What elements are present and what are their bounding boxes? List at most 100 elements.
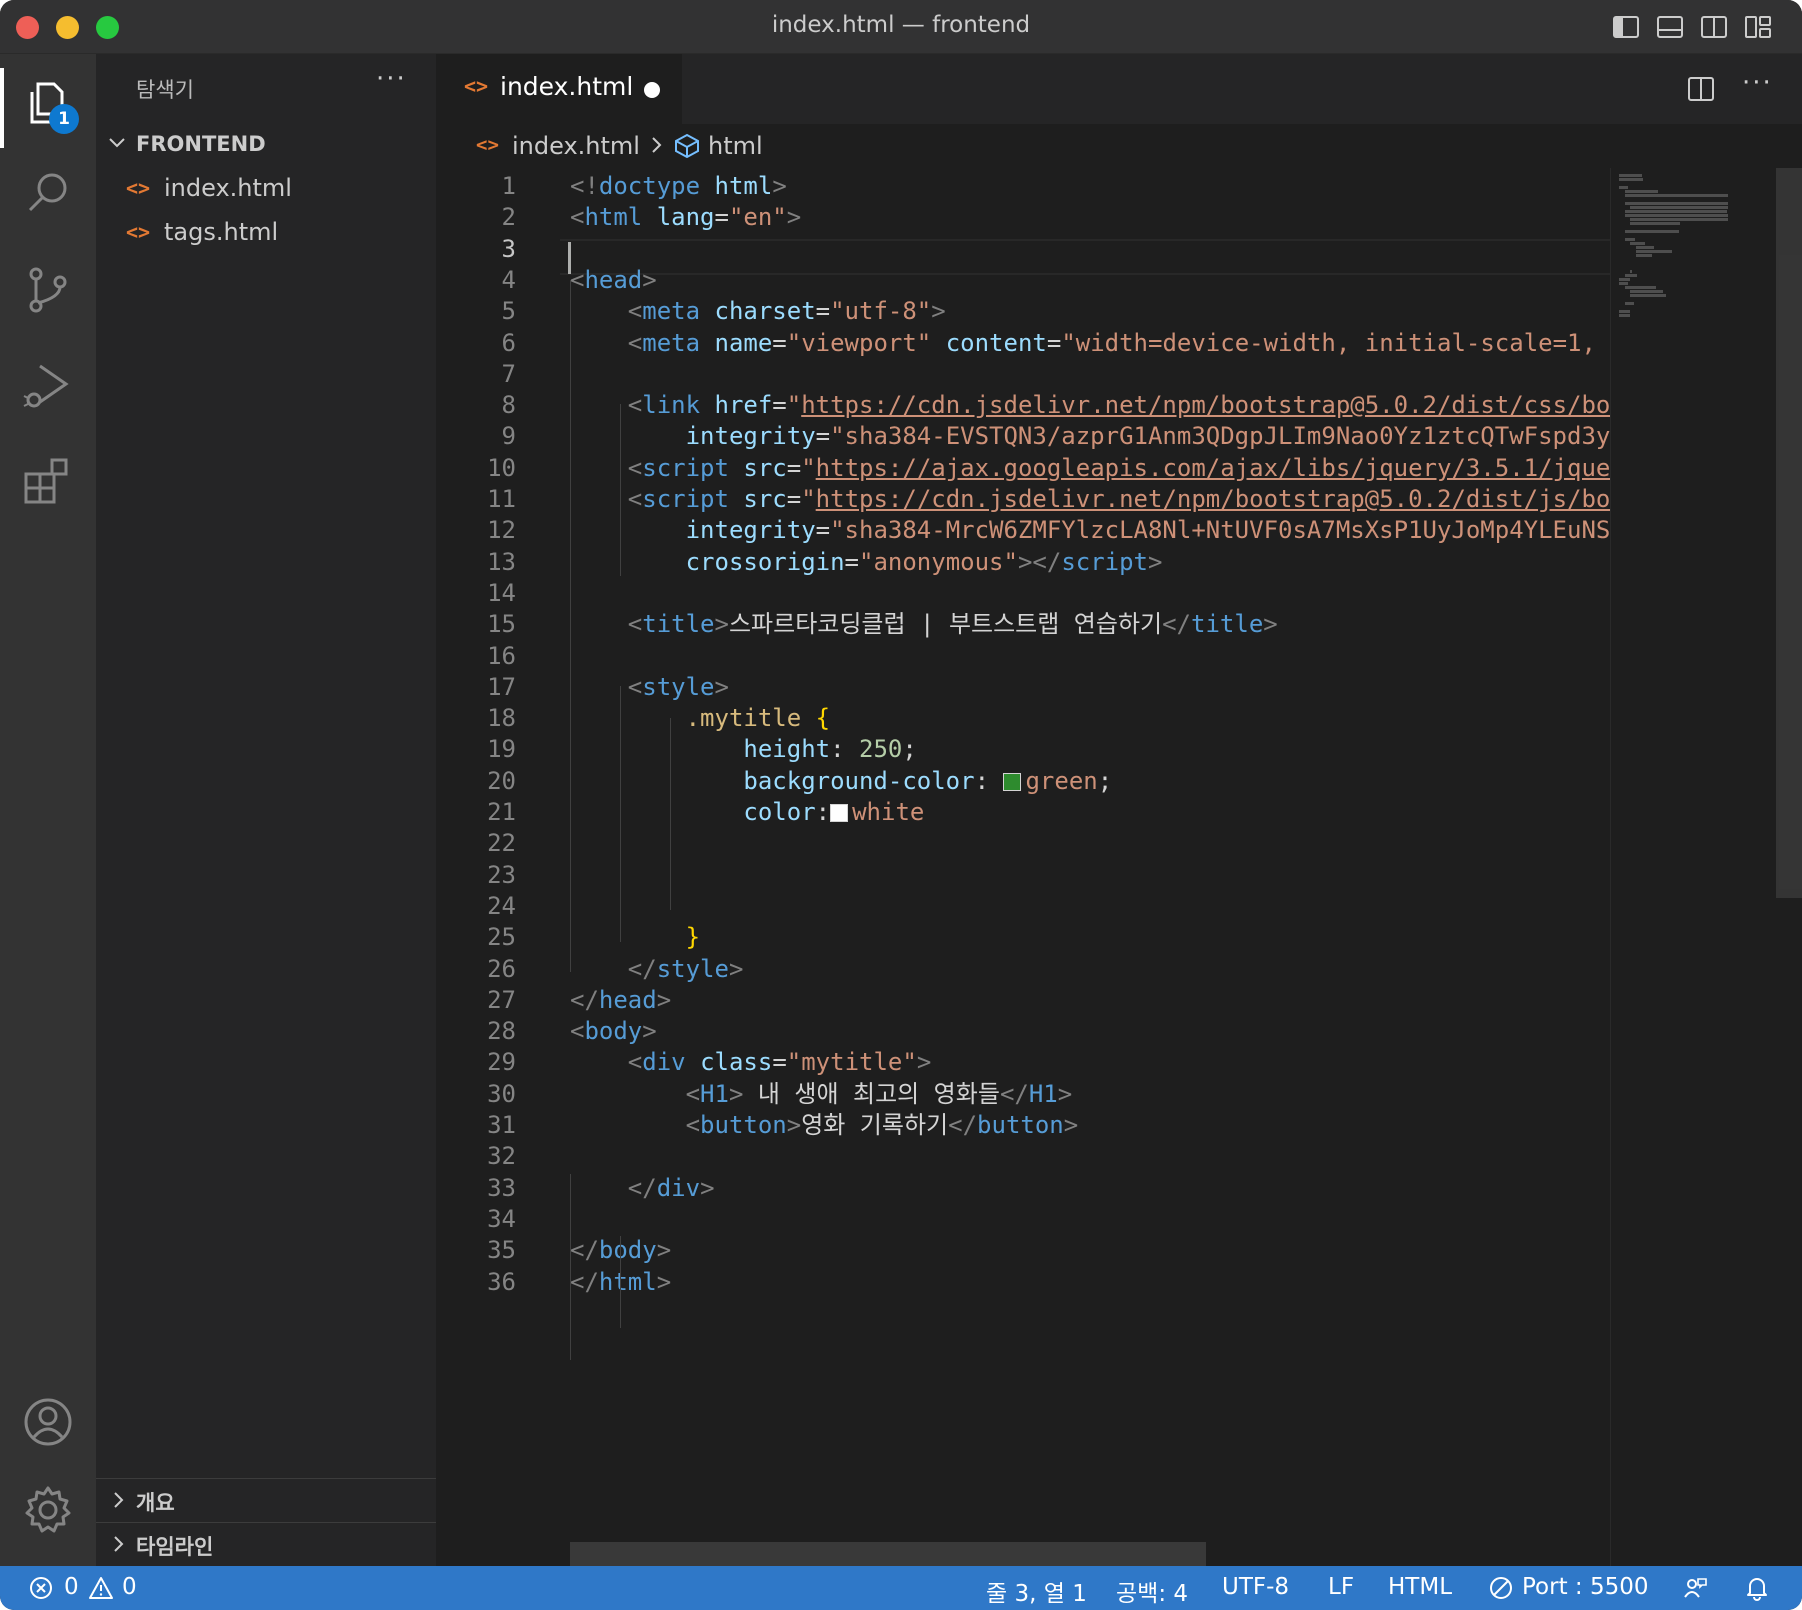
toggle-secondary-sidebar-button[interactable] [1698, 11, 1730, 43]
vscode-window: index.html — frontend 1 탐색기 ··· FRONTEND… [0, 0, 1802, 1610]
error-icon [30, 1577, 52, 1599]
customize-layout-button[interactable] [1742, 11, 1774, 43]
html-file-icon: <> [476, 134, 499, 156]
split-editor-button[interactable] [1686, 74, 1716, 104]
folder-name: FRONTEND [136, 132, 266, 156]
editor-more-actions-button[interactable]: ··· [1742, 68, 1773, 98]
active-view-indicator [0, 68, 4, 148]
minimap-line [1624, 274, 1637, 277]
minimap-line [1630, 218, 1728, 221]
window-title: index.html — frontend [771, 12, 1031, 38]
indent-guide [570, 280, 571, 972]
breadcrumb-file[interactable]: index.html [512, 132, 640, 160]
sidebar-layout-icon [1613, 16, 1639, 38]
breadcrumb-symbol[interactable]: html [708, 132, 763, 160]
run-debug-button[interactable] [18, 356, 78, 416]
minimap-line [1619, 282, 1628, 285]
minimap-line [1635, 246, 1654, 249]
indent-guide [620, 686, 621, 942]
minimap-line [1630, 206, 1728, 209]
symbol-element-icon [675, 133, 699, 159]
source-control-button[interactable] [18, 260, 78, 320]
minimap-line [1624, 202, 1729, 205]
minimap-line [1624, 190, 1658, 193]
sidebar-more-actions-button[interactable]: ··· [376, 64, 407, 94]
file-name: tags.html [164, 218, 279, 246]
outline-section[interactable]: 개요 [96, 1478, 436, 1522]
code-line[interactable]: 36 </html> [436, 1264, 1616, 1300]
accounts-button[interactable] [18, 1392, 78, 1452]
file-name: index.html [164, 174, 292, 202]
folder-header[interactable]: FRONTEND [96, 124, 436, 164]
chevron-right-icon [114, 1536, 124, 1552]
indentation[interactable]: 공백: 4 [1116, 1574, 1188, 1608]
minimap-line [1624, 194, 1729, 197]
explorer-badge: 1 [49, 104, 79, 134]
file-item-index[interactable]: <> index.html [96, 168, 436, 210]
search-button[interactable] [18, 164, 78, 224]
chevron-right-icon [114, 1492, 124, 1508]
toggle-panel-button[interactable] [1654, 11, 1686, 43]
vertical-scrollbar[interactable] [1776, 168, 1802, 898]
prohibited-icon [1490, 1577, 1512, 1599]
breadcrumb: <> index.html html [436, 124, 1802, 168]
minimap-line [1624, 214, 1729, 217]
panel-layout-icon [1657, 16, 1683, 38]
minimap-line [1619, 310, 1630, 313]
unsaved-dot-icon[interactable] [644, 82, 660, 98]
cursor-position[interactable]: 줄 3, 열 1 [986, 1574, 1087, 1608]
indent-guide [620, 1236, 621, 1328]
account-icon [24, 1398, 72, 1446]
warning-count[interactable]: 0 [122, 1574, 137, 1600]
minimap-line [1619, 314, 1630, 317]
indent-guide [670, 718, 671, 910]
html-file-icon: <> [126, 220, 151, 244]
title-bar: index.html — frontend [0, 0, 1802, 54]
outline-label: 개요 [136, 1491, 175, 1515]
language-mode[interactable]: HTML [1388, 1574, 1452, 1600]
timeline-label: 타임라인 [136, 1535, 214, 1559]
timeline-section[interactable]: 타임라인 [96, 1522, 436, 1566]
minimap[interactable] [1610, 168, 1760, 1566]
status-bar: 0 0 줄 3, 열 1 공백: 4 UTF-8 LF HTML Port : … [0, 1566, 1802, 1610]
encoding[interactable]: UTF-8 [1222, 1574, 1289, 1600]
manage-button[interactable] [18, 1480, 78, 1540]
code-editor[interactable]: 1 <!doctype html> 2 <html lang="en"> 3 4 <head… [436, 168, 1802, 1566]
extensions-icon [24, 458, 68, 504]
color-swatch-icon[interactable] [830, 804, 849, 822]
feedback-icon[interactable] [1682, 1575, 1708, 1601]
split-editor-icon [1688, 77, 1714, 101]
extensions-button[interactable] [18, 452, 78, 512]
line-number: 36 [487, 1267, 516, 1296]
source-control-icon [29, 267, 67, 313]
color-swatch-icon[interactable] [1003, 772, 1022, 791]
indent-guide [570, 1174, 571, 1360]
activity-bar: 1 [0, 54, 96, 1566]
file-item-tags[interactable]: <> tags.html [96, 212, 436, 254]
settings-gear-icon [25, 1486, 71, 1533]
warning-icon [89, 1577, 113, 1599]
run-debug-icon [23, 364, 69, 408]
notifications-bell-icon[interactable] [1744, 1575, 1770, 1601]
editor-tab-bar: <> index.html ··· [436, 54, 1802, 124]
chevron-down-icon [109, 138, 125, 148]
sidebar-title: 탐색기 [136, 78, 194, 102]
minimap-line [1630, 222, 1680, 225]
search-icon [28, 173, 67, 212]
tab-index-html[interactable]: <> index.html [436, 54, 682, 124]
minimap-line [1635, 250, 1672, 253]
live-server-port[interactable]: Port : 5500 [1522, 1574, 1649, 1600]
secondary-sidebar-layout-icon [1701, 16, 1727, 38]
horizontal-scrollbar[interactable] [570, 1542, 1206, 1566]
error-count[interactable]: 0 [64, 1574, 79, 1600]
tab-label: index.html [500, 72, 634, 101]
minimap-line [1630, 294, 1667, 297]
chevron-right-icon [652, 137, 662, 153]
html-file-icon: <> [464, 74, 489, 98]
toggle-primary-sidebar-button[interactable] [1610, 11, 1642, 43]
end-of-line[interactable]: LF [1328, 1574, 1354, 1600]
indent-guide [620, 404, 621, 576]
minimap-line [1630, 270, 1632, 273]
customize-layout-icon [1745, 16, 1771, 38]
minimap-line [1624, 210, 1727, 213]
